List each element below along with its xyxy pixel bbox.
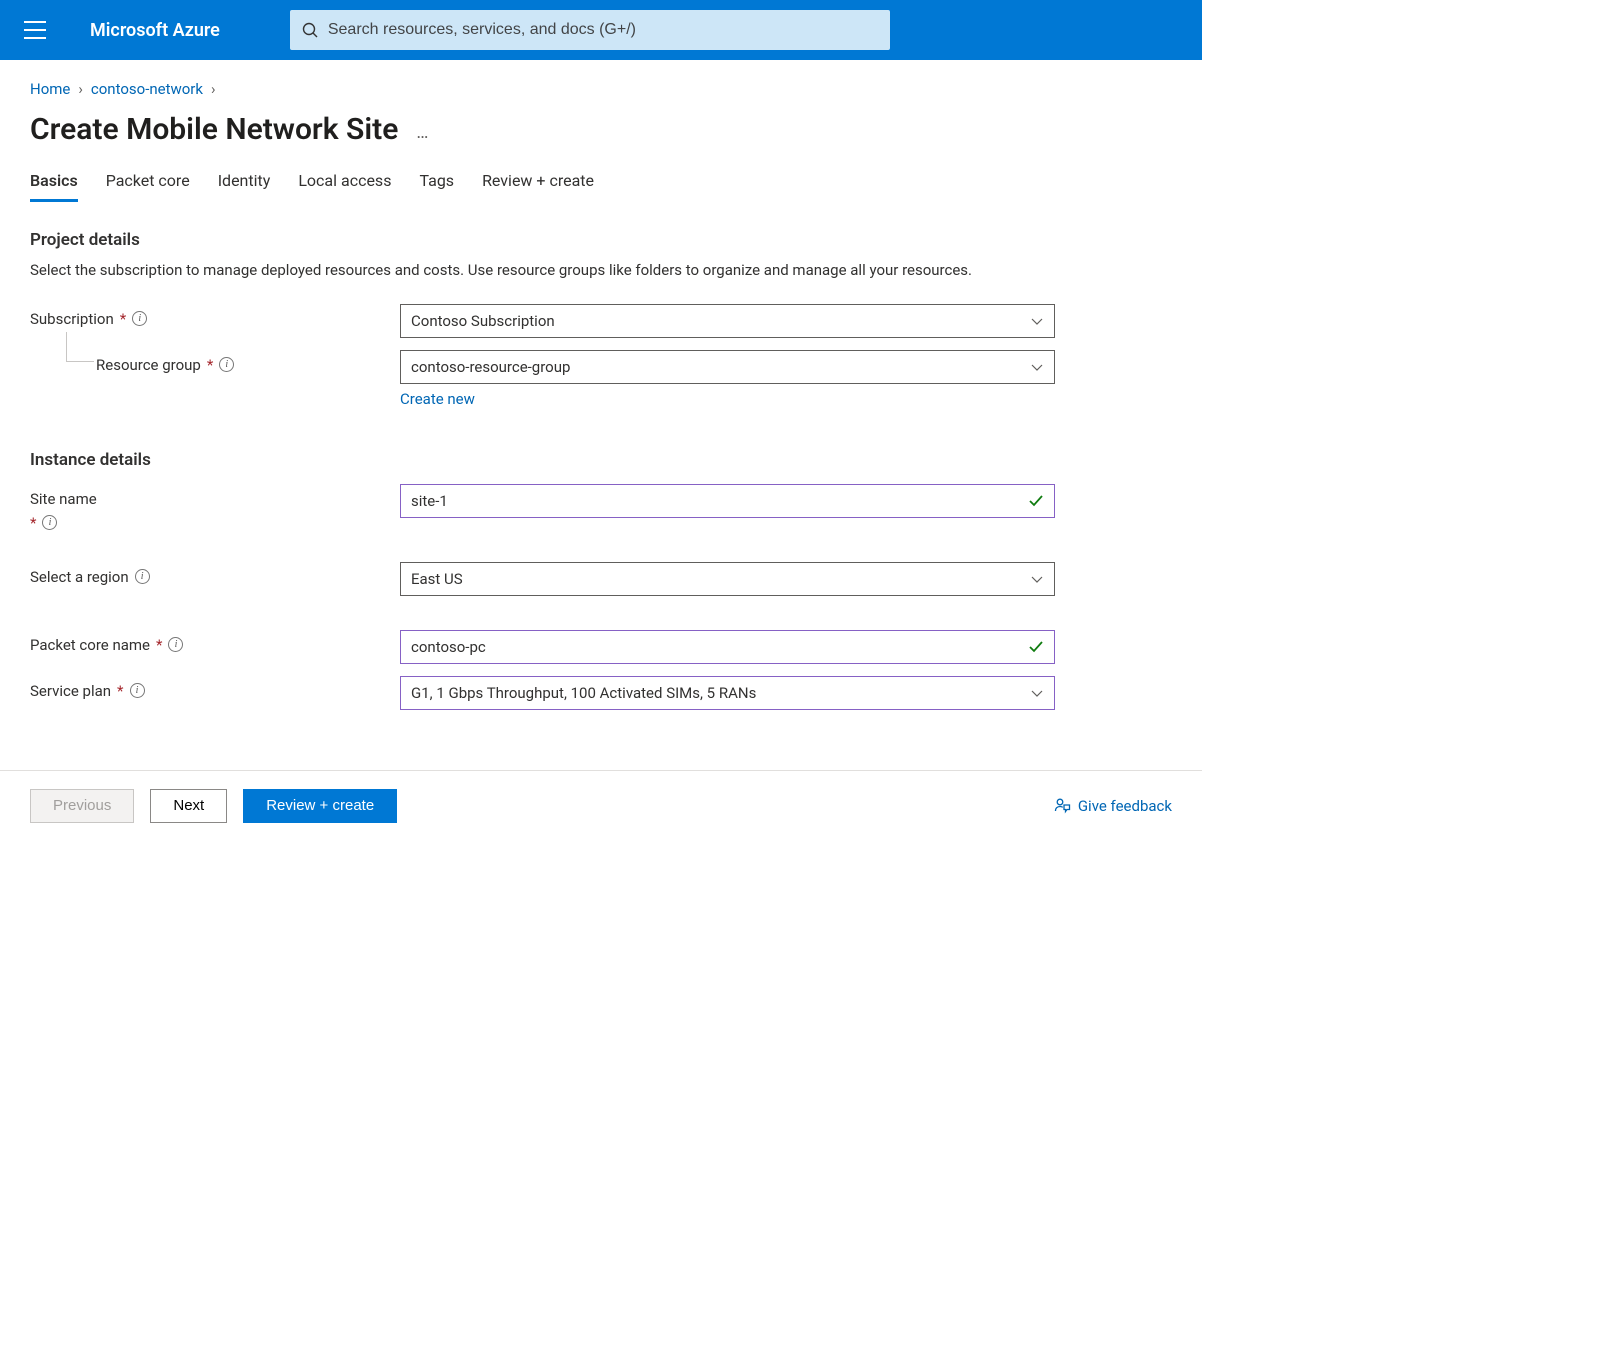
required-indicator: * [156,636,162,654]
chevron-down-icon [1030,314,1044,328]
resource-group-label: Resource group * i [30,350,400,374]
search-icon [302,22,318,38]
region-label-text: Select a region [30,568,129,586]
chevron-down-icon [1030,572,1044,586]
menu-toggle[interactable] [10,5,60,55]
region-row: Select a region i East US [30,562,1172,596]
packet-core-label-text: Packet core name [30,636,150,654]
indent-line [66,332,94,362]
required-indicator: * [120,310,126,328]
site-name-row: Site name * i site-1 [30,484,1172,532]
breadcrumb-network[interactable]: contoso-network [91,80,203,98]
required-indicator: * [117,682,123,700]
info-icon[interactable]: i [168,637,183,652]
chevron-down-icon [1030,360,1044,374]
breadcrumb: Home › contoso-network › [30,80,1172,98]
footer-bar: Previous Next Review + create Give feedb… [0,770,1202,841]
main-content: Home › contoso-network › Create Mobile N… [0,60,1202,710]
resource-group-row: Resource group * i contoso-resource-grou… [30,350,1172,408]
resource-group-value: contoso-resource-group [411,358,570,376]
tab-review-create[interactable]: Review + create [482,165,594,202]
region-label: Select a region i [30,562,400,586]
info-icon[interactable]: i [42,515,57,530]
site-name-label: Site name * i [30,484,400,532]
check-icon [1028,639,1044,655]
next-button[interactable]: Next [150,789,227,823]
brand-text[interactable]: Microsoft Azure [60,20,250,41]
chevron-right-icon: › [211,80,216,98]
packet-core-row: Packet core name * i contoso-pc [30,630,1172,664]
tab-local-access[interactable]: Local access [298,165,391,202]
feedback-icon [1054,797,1072,815]
create-new-link[interactable]: Create new [400,390,475,408]
service-plan-label: Service plan * i [30,676,400,700]
subscription-label-text: Subscription [30,310,114,328]
top-bar: Microsoft Azure [0,0,1202,60]
project-details-section: Project details Select the subscription … [30,230,1172,408]
tab-packet-core[interactable]: Packet core [106,165,190,202]
chevron-right-icon: › [78,80,83,98]
page-title-row: Create Mobile Network Site … [30,112,1172,147]
resource-group-label-text: Resource group [96,356,201,374]
search-input[interactable] [318,21,878,39]
search-box[interactable] [290,10,890,50]
instance-details-section: Instance details Site name * i site-1 Se… [30,450,1172,710]
give-feedback-link[interactable]: Give feedback [1054,797,1172,815]
review-create-button[interactable]: Review + create [243,789,397,823]
region-value: East US [411,570,463,588]
more-actions-button[interactable]: … [416,116,430,143]
site-name-value: site-1 [411,492,448,510]
chevron-down-icon [1030,686,1044,700]
site-name-label-text: Site name [30,490,97,508]
service-plan-value: G1, 1 Gbps Throughput, 100 Activated SIM… [411,684,756,702]
required-indicator: * [30,514,36,532]
project-details-heading: Project details [30,230,1172,250]
info-icon[interactable]: i [219,357,234,372]
check-icon [1028,493,1044,509]
tab-basics[interactable]: Basics [30,165,78,202]
tab-identity[interactable]: Identity [218,165,271,202]
site-name-input[interactable]: site-1 [400,484,1055,518]
required-indicator: * [207,356,213,374]
give-feedback-text: Give feedback [1078,797,1172,815]
project-details-desc: Select the subscription to manage deploy… [30,260,1010,282]
tab-tags[interactable]: Tags [419,165,454,202]
service-plan-row: Service plan * i G1, 1 Gbps Throughput, … [30,676,1172,710]
subscription-value: Contoso Subscription [411,312,555,330]
page-title: Create Mobile Network Site [30,112,398,147]
info-icon[interactable]: i [132,311,147,326]
packet-core-value: contoso-pc [411,638,486,656]
region-dropdown[interactable]: East US [400,562,1055,596]
packet-core-label: Packet core name * i [30,630,400,654]
packet-core-input[interactable]: contoso-pc [400,630,1055,664]
info-icon[interactable]: i [135,569,150,584]
subscription-label: Subscription * i [30,304,400,328]
service-plan-label-text: Service plan [30,682,111,700]
info-icon[interactable]: i [130,683,145,698]
previous-button: Previous [30,789,134,823]
resource-group-dropdown[interactable]: contoso-resource-group [400,350,1055,384]
hamburger-icon [24,21,46,39]
instance-details-heading: Instance details [30,450,1172,470]
tab-strip: Basics Packet core Identity Local access… [30,165,1172,202]
breadcrumb-home[interactable]: Home [30,80,70,98]
subscription-dropdown[interactable]: Contoso Subscription [400,304,1055,338]
service-plan-dropdown[interactable]: G1, 1 Gbps Throughput, 100 Activated SIM… [400,676,1055,710]
subscription-row: Subscription * i Contoso Subscription [30,304,1172,338]
